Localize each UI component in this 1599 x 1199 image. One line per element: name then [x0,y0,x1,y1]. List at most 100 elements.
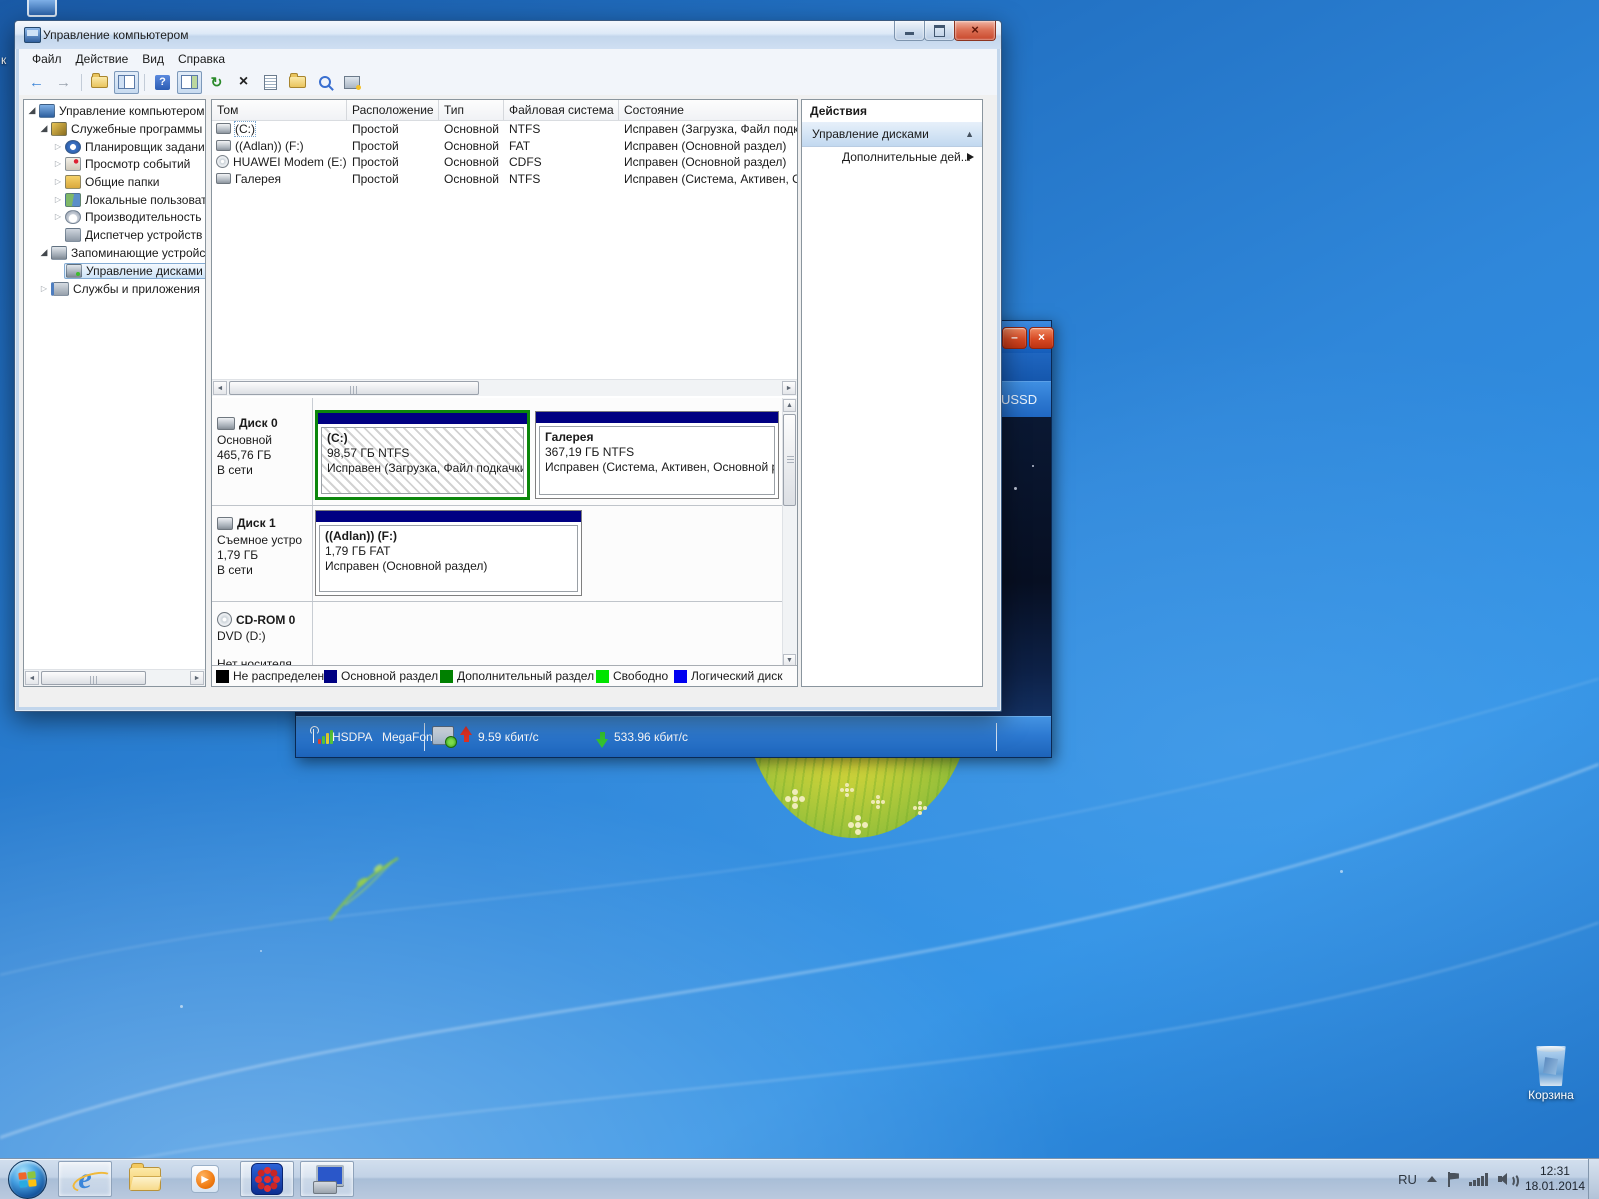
delete-button[interactable]: × [231,71,256,94]
taskbar-media-player[interactable]: ▶ [178,1161,232,1197]
scroll-thumb[interactable] [229,381,479,395]
menu-view[interactable]: Вид [135,50,171,68]
menu-file[interactable]: Файл [25,50,69,68]
volume-icon[interactable] [1498,1172,1515,1186]
scroll-right-arrow[interactable]: ► [782,381,796,395]
show-hidden-icons-button[interactable] [1427,1176,1437,1182]
scroll-left-arrow[interactable]: ◄ [25,671,39,685]
tree-item-event-viewer[interactable]: ▷ Просмотр событий [24,155,205,172]
refresh-button[interactable]: ↻ [204,71,229,94]
taskbar-huawei-modem-app[interactable] [240,1161,294,1197]
column-header-filesystem[interactable]: Файловая система [504,100,619,120]
expander-icon[interactable]: ▷ [52,159,64,168]
modem-minimize-button[interactable]: – [1002,327,1027,349]
scroll-thumb[interactable] [41,671,146,685]
column-header-type[interactable]: Тип [439,100,504,120]
action-center-icon[interactable] [1447,1172,1459,1187]
computer-management-taskbar-icon [312,1164,342,1194]
find-button[interactable] [312,71,337,94]
start-button[interactable] [8,1160,47,1199]
disk-0-block: Диск 0 Основной 465,76 ГБ В сети (C:) 98… [212,406,786,504]
column-header-layout[interactable]: Расположение [347,100,439,120]
tree-item-computer-management[interactable]: ◢ Управление компьютером (л [24,102,205,119]
modem-status-bar: HSDPA MegaFon 9.59 кбит/с 533.96 кбит/с [296,716,1051,757]
signal-strength-icon [310,726,330,746]
expander-icon[interactable]: ▷ [52,142,64,151]
volume-list-horizontal-scrollbar[interactable]: ◄ ► [212,379,797,396]
properties-button[interactable] [258,71,283,94]
tab-ussd[interactable]: USSD [1001,392,1037,407]
star-decoration [1014,487,1017,490]
menu-help[interactable]: Справка [171,50,232,68]
expander-icon[interactable]: ◢ [26,105,38,116]
connection-icon [432,726,454,745]
maximize-button[interactable] [924,21,955,41]
expander-icon[interactable]: ▷ [52,212,64,221]
volume-icon [216,123,231,134]
tree-horizontal-scrollbar[interactable]: ◄ ► [24,669,205,686]
titlebar[interactable]: Управление компьютером × [15,21,1001,49]
taskbar-internet-explorer[interactable]: e [58,1161,112,1197]
action-pane-toggle[interactable] [177,71,202,94]
network-icon[interactable] [1469,1173,1488,1186]
tree-item-disk-management[interactable]: Управление дисками [24,262,205,279]
partition-c[interactable]: (C:) 98,57 ГБ NTFS Исправен (Загрузка, Ф… [315,410,530,500]
help-button[interactable]: ? [150,71,175,94]
expander-icon[interactable]: ◢ [38,247,50,258]
settings-icon [344,76,360,89]
forward-button[interactable]: → [51,71,76,94]
minimize-button[interactable] [894,21,925,41]
windows-logo-icon [18,1171,36,1188]
scroll-left-arrow[interactable]: ◄ [213,381,227,395]
expander-icon[interactable]: ◢ [38,123,50,134]
tree-item-task-scheduler[interactable]: ▷ Планировщик заданий [24,138,205,155]
actions-group-disk-management[interactable]: Управление дисками ▲ [802,122,982,147]
scroll-thumb[interactable] [783,414,796,506]
language-indicator[interactable]: RU [1398,1172,1417,1187]
taskbar-clock[interactable]: 12:31 18.01.2014 [1525,1164,1585,1194]
flower-decoration [792,796,798,802]
tree-item-storage[interactable]: ◢ Запоминающие устройст [24,244,205,261]
menu-action[interactable]: Действие [69,50,136,68]
expander-icon[interactable]: ▷ [38,284,50,293]
volume-row-huawei-modem[interactable]: HUAWEI Modem (E:) Простой Основной CDFS … [212,154,797,170]
expander-icon[interactable]: ▷ [52,177,64,186]
event-viewer-icon [65,157,81,171]
volume-row-galereya[interactable]: Галерея Простой Основной NTFS Исправен (… [212,171,797,187]
partition-galereya[interactable]: Галерея 367,19 ГБ NTFS Исправен (Система… [535,411,779,499]
console-tree-toggle[interactable] [114,71,139,94]
volume-icon [216,173,231,184]
column-header-volume[interactable]: Том [212,100,347,120]
tree-item-device-manager[interactable]: Диспетчер устройств [24,226,205,243]
tree-item-performance[interactable]: ▷ Производительность [24,208,205,225]
collapse-icon[interactable]: ▲ [965,122,974,146]
recycle-bin[interactable]: Корзина [1503,1046,1599,1108]
close-button[interactable]: × [954,21,996,41]
partition-adlan[interactable]: ((Adlan)) (F:) 1,79 ГБ FAT Исправен (Осн… [315,510,582,596]
status-divider [424,723,425,751]
back-icon: ← [29,75,44,90]
tree-item-shared-folders[interactable]: ▷ Общие папки [24,173,205,190]
tree-item-services[interactable]: ▷ Службы и приложения [24,280,205,297]
volume-row-c[interactable]: (C:) Простой Основной NTFS Исправен (Заг… [212,121,797,137]
settings-button[interactable] [339,71,364,94]
taskbar-computer-management[interactable] [300,1161,354,1197]
performance-icon [65,210,81,224]
status-divider [996,723,997,751]
scroll-up-arrow[interactable]: ▲ [783,399,796,412]
disk-view-vertical-scrollbar[interactable]: ▲ ▼ [782,398,797,668]
volume-row-adlan[interactable]: ((Adlan)) (F:) Простой Основной FAT Испр… [212,138,797,154]
desktop-icon-computer-partial[interactable] [27,0,57,17]
tree-item-local-users[interactable]: ▷ Локальные пользовате [24,191,205,208]
up-level-button[interactable] [87,71,112,94]
open-button[interactable] [285,71,310,94]
modem-close-button[interactable]: × [1029,327,1054,349]
taskbar-windows-explorer[interactable] [118,1161,172,1197]
show-desktop-button[interactable] [1588,1159,1599,1199]
column-header-status[interactable]: Состояние [619,100,797,120]
expander-icon[interactable]: ▷ [52,195,64,204]
scroll-right-arrow[interactable]: ► [190,671,204,685]
more-actions-item[interactable]: Дополнительные дей... [802,146,982,168]
tree-item-system-tools[interactable]: ◢ Служебные программы [24,120,205,137]
back-button[interactable]: ← [24,71,49,94]
